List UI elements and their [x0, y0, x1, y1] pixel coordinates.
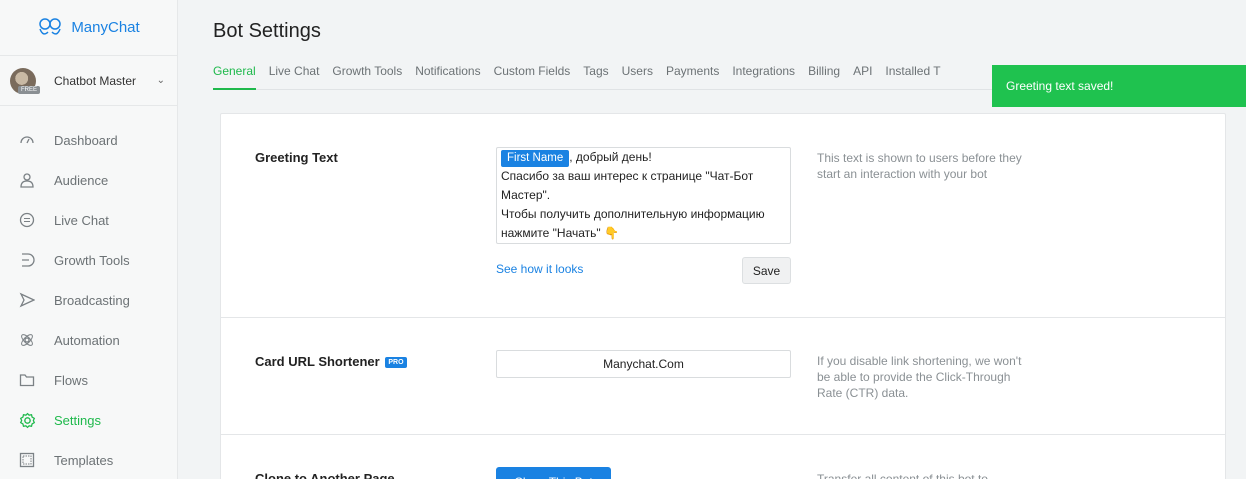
pro-badge: PRO [385, 357, 407, 369]
dashboard-icon [18, 131, 36, 149]
tab-general[interactable]: General [213, 64, 256, 90]
tab-users[interactable]: Users [622, 64, 653, 90]
templates-icon [18, 451, 36, 469]
tab-custom-fields[interactable]: Custom Fields [494, 64, 571, 90]
tab-live-chat[interactable]: Live Chat [269, 64, 320, 90]
first-name-variable-chip[interactable]: First Name [501, 150, 570, 167]
account-name: Chatbot Master [54, 73, 137, 88]
sidebar-item-broadcasting[interactable]: Broadcasting [0, 280, 177, 320]
sidebar-item-label: Broadcasting [54, 292, 130, 308]
sidebar-item-flows[interactable]: Flows [0, 360, 177, 400]
tab-api[interactable]: API [853, 64, 872, 90]
url-shortener-description: If you disable link shortening, we won't… [817, 354, 1022, 400]
tab-growth-tools[interactable]: Growth Tools [332, 64, 402, 90]
save-button[interactable]: Save [742, 257, 791, 284]
sidebar-item-growth-tools[interactable]: Growth Tools [0, 240, 177, 280]
sidebar-item-label: Settings [54, 412, 101, 428]
sidebar-item-label: Templates [54, 452, 114, 468]
folder-icon [18, 371, 36, 389]
sidebar-item-templates[interactable]: Templates [0, 440, 177, 479]
toast-text: Greeting text saved! [1006, 79, 1114, 93]
greeting-line-3: Чтобы получить дополнительную информацию… [501, 207, 765, 240]
manychat-logo-icon [39, 17, 62, 35]
sidebar-nav: Dashboard Audience Live Chat Growth Tool… [0, 106, 177, 479]
greeting-section: Greeting Text First Name, добрый день! С… [221, 114, 1225, 318]
plan-badge: FREE [18, 85, 41, 94]
sidebar: ManyChat FREE Chatbot Master ⌄ Dashboard… [0, 0, 178, 479]
growth-tools-icon [18, 251, 36, 269]
clone-bot-button[interactable]: Clone This Bot [496, 467, 611, 479]
tab-installed-templates[interactable]: Installed T [885, 64, 940, 90]
page-title: Bot Settings [213, 20, 321, 42]
clone-description: Transfer all content of this bot to [817, 472, 988, 479]
settings-icon [18, 411, 36, 429]
see-how-it-looks-link[interactable]: See how it looks [496, 262, 583, 276]
settings-card: Greeting Text First Name, добрый день! С… [220, 113, 1226, 479]
sidebar-item-label: Audience [54, 172, 109, 188]
automation-icon [18, 331, 36, 349]
sidebar-item-live-chat[interactable]: Live Chat [0, 200, 177, 240]
tab-payments[interactable]: Payments [666, 64, 719, 90]
sidebar-item-audience[interactable]: Audience [0, 160, 177, 200]
greeting-line-1: , добрый день! [569, 150, 652, 164]
url-shortener-section: Card URL Shortener PRO Manychat.Com If y… [221, 318, 1225, 435]
sidebar-item-label: Live Chat [54, 212, 109, 228]
url-shortener-label: Card URL Shortener PRO [255, 354, 407, 369]
greeting-line-2: Спасибо за ваш интерес к странице "Чат-Б… [501, 169, 754, 202]
sidebar-item-label: Automation [54, 332, 120, 348]
sidebar-item-label: Growth Tools [54, 252, 130, 268]
greeting-description: This text is shown to users before they … [817, 151, 1022, 181]
sidebar-item-automation[interactable]: Automation [0, 320, 177, 360]
shortener-domain-field[interactable]: Manychat.Com [496, 350, 791, 378]
tab-notifications[interactable]: Notifications [415, 64, 480, 90]
chevron-down-icon: ⌄ [156, 75, 165, 86]
logo[interactable]: ManyChat [0, 0, 177, 56]
avatar: FREE [10, 67, 41, 94]
tab-tags[interactable]: Tags [583, 64, 608, 90]
account-switcher[interactable]: FREE Chatbot Master ⌄ [0, 56, 177, 106]
sidebar-item-settings[interactable]: Settings [0, 400, 177, 440]
clone-section: Clone to Another Page Clone This Bot Tra… [221, 435, 1225, 479]
tab-billing[interactable]: Billing [808, 64, 840, 90]
sidebar-item-label: Dashboard [54, 132, 118, 148]
logo-text: ManyChat [71, 19, 140, 36]
sidebar-item-dashboard[interactable]: Dashboard [0, 120, 177, 160]
pointing-down-emoji-icon: 👇 [604, 226, 619, 240]
tab-integrations[interactable]: Integrations [732, 64, 795, 90]
audience-icon [18, 171, 36, 189]
success-toast[interactable]: Greeting text saved! [992, 65, 1246, 107]
broadcasting-icon [18, 291, 36, 309]
greeting-text-editor[interactable]: First Name, добрый день! Спасибо за ваш … [496, 147, 791, 244]
greeting-label: Greeting Text [255, 150, 338, 165]
live-chat-icon [18, 211, 36, 229]
sidebar-item-label: Flows [54, 372, 88, 388]
url-shortener-label-text: Card URL Shortener [255, 354, 380, 369]
clone-label: Clone to Another Page [255, 471, 395, 479]
